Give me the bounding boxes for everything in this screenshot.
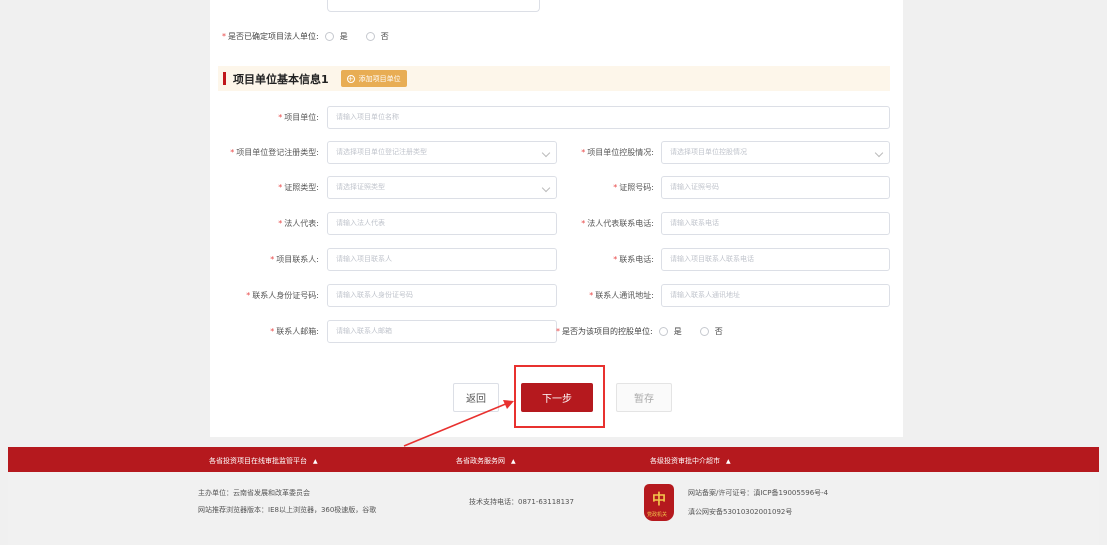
- footer-support: 技术支持电话：0871-63118137: [469, 498, 574, 506]
- footer-police[interactable]: 滇公网安备53010302001092号: [688, 507, 792, 517]
- caret-up-icon: ▲: [511, 458, 516, 465]
- caret-up-icon: ▲: [313, 458, 318, 465]
- footer-link-provincial-platform[interactable]: 各省投资项目在线审批监管平台 ▲: [209, 456, 318, 466]
- footer-icp[interactable]: 网站备案/许可证号：滇ICP备19005596号-4: [688, 488, 828, 498]
- footer-sponsor: 主办单位：云南省发展和改革委员会: [198, 489, 310, 497]
- footer-link-agency-market[interactable]: 各级投资审批中介超市 ▲: [650, 456, 731, 466]
- footer-browser: 网站推荐浏览器版本：IE8以上浏览器，360极速版，谷歌: [198, 506, 377, 514]
- footer-links-bar: 各省投资项目在线审批监管平台 ▲ 各省政务服务网 ▲ 各级投资审批中介超市 ▲: [8, 447, 1099, 472]
- footer-link-gov-service[interactable]: 各省政务服务网 ▲: [456, 456, 516, 466]
- footer-info: 主办单位：云南省发展和改革委员会 网站推荐浏览器版本：IE8以上浏览器，360极…: [8, 472, 1099, 545]
- caret-up-icon: ▲: [726, 458, 731, 465]
- party-gov-logo[interactable]: 中 党政机关: [644, 484, 674, 521]
